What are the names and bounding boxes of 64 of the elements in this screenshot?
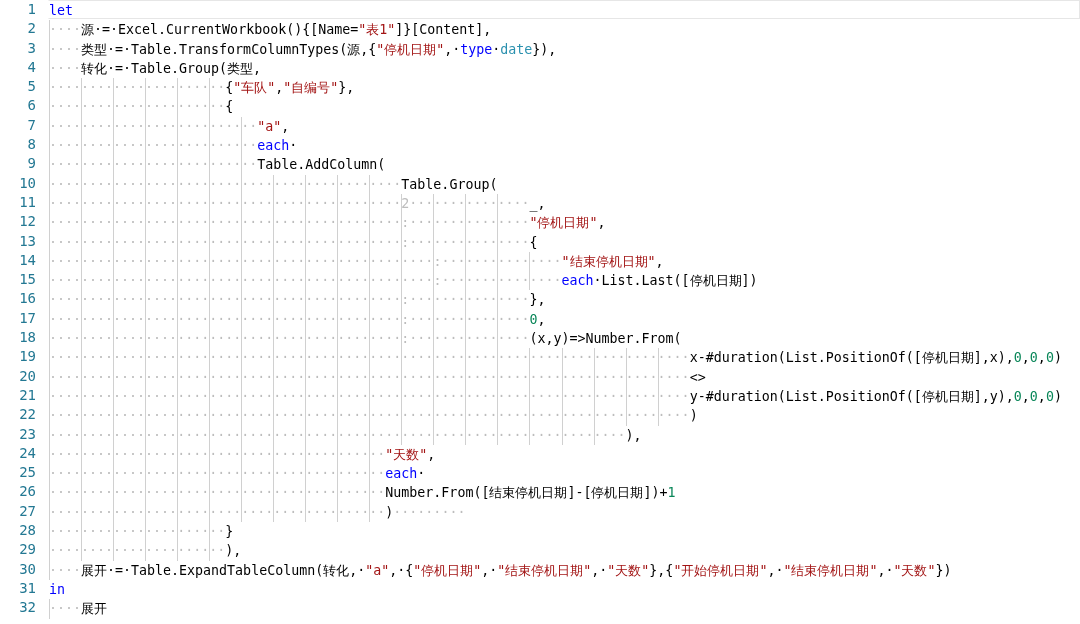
line-number: 2: [26, 19, 37, 39]
line-number: 20: [18, 366, 37, 386]
code-line: ············································2···············_,: [48, 192, 1080, 213]
line-number: 5: [26, 77, 37, 97]
code-line: ····展开: [48, 598, 109, 618]
code-line: ················································:···············each·List.Last([停机日期]): [48, 270, 759, 290]
line-number: 12: [18, 212, 37, 232]
line-number: 1: [26, 0, 37, 19]
line-number: 3: [26, 38, 37, 58]
line-number: 13: [18, 231, 37, 251]
line-number: 18: [18, 328, 37, 348]
code-line: ················································································<>: [48, 366, 707, 386]
line-number: 28: [18, 521, 37, 540]
line-number: 11: [18, 192, 37, 212]
code-line: ······················{"车队","自编号"},: [48, 77, 356, 97]
line-number: 14: [18, 250, 37, 270]
code-line: ······················}: [48, 521, 1080, 541]
code-line: ··························each·: [48, 135, 299, 155]
line-number: 27: [18, 501, 37, 521]
code-line: ············································:···············(x,y)=>Number.From(: [48, 328, 683, 348]
code-line: ····转化·=·Table.Group(类型,: [48, 57, 1080, 78]
code-line: ················································:···············"结束停机日期",: [48, 250, 1080, 271]
line-number: 25: [18, 463, 37, 483]
line-number: 24: [18, 443, 37, 463]
code-line: ······················{: [48, 96, 235, 116]
code-line: ········································································),: [48, 424, 643, 444]
code-line: ············································:···············{: [48, 231, 539, 251]
line-number: 16: [18, 289, 37, 309]
code-line: ············································:···············},: [48, 289, 547, 309]
line-number: 22: [18, 405, 37, 425]
code-line: let: [48, 0, 1080, 20]
code-line: ················································································): [48, 405, 699, 425]
line-number: 8: [26, 135, 37, 155]
code-line: ··········································)·········: [48, 501, 1080, 521]
line-number: 9: [26, 154, 37, 174]
line-number: 15: [18, 270, 37, 290]
code-line: ····展开·=·Table.ExpandTableColumn(转化,·"a",·{"停机日期",·"结束停机日期",·"天数"},{"开始停机日期",·"结束停机日期",·"天数"}): [48, 559, 953, 579]
code-line: ················································································y-#duration(List.PositionOf([停机日期],y),0,0,0): [48, 385, 1080, 406]
line-number: 32: [18, 598, 37, 618]
code-line: ············································Table.Group(: [48, 173, 499, 193]
code-line: ··········································each·: [48, 463, 427, 483]
code-line: ····类型·=·Table.TransformColumnTypes(源,{"停机日期",·type·date}),: [48, 38, 558, 58]
code-line: ············································:···············0,: [48, 308, 1080, 329]
code-line: ··········································Number.From([结束停机日期]-[停机日期])+1: [48, 482, 677, 502]
code-line: ··········································"天数",: [48, 443, 1080, 464]
line-number: 10: [18, 173, 37, 193]
line-number: 4: [26, 57, 37, 77]
line-number: 7: [26, 115, 37, 135]
code-line: ············································:···············"停机日期",: [48, 212, 607, 232]
code-line: ··························Table.AddColumn(: [48, 154, 387, 174]
line-number: 21: [18, 385, 37, 405]
line-number: 30: [18, 559, 37, 579]
line-number: 26: [18, 482, 37, 502]
code-line: ······················),: [48, 540, 243, 560]
line-number: 17: [18, 308, 37, 328]
line-number: 29: [18, 540, 37, 560]
code-line: in: [48, 580, 66, 599]
code-line: ····源·=·Excel.CurrentWorkbook(){[Name="表1"]}[Content],: [48, 19, 493, 39]
code-line: ··························"a",: [48, 115, 1080, 136]
line-number: 23: [18, 424, 37, 444]
code-line: ················································································x-#duration(List.PositionOf([停机日期],x),0,0,0): [48, 347, 1063, 367]
line-number: 6: [26, 96, 37, 116]
line-number: 31: [18, 578, 37, 598]
line-number: 19: [18, 347, 37, 367]
